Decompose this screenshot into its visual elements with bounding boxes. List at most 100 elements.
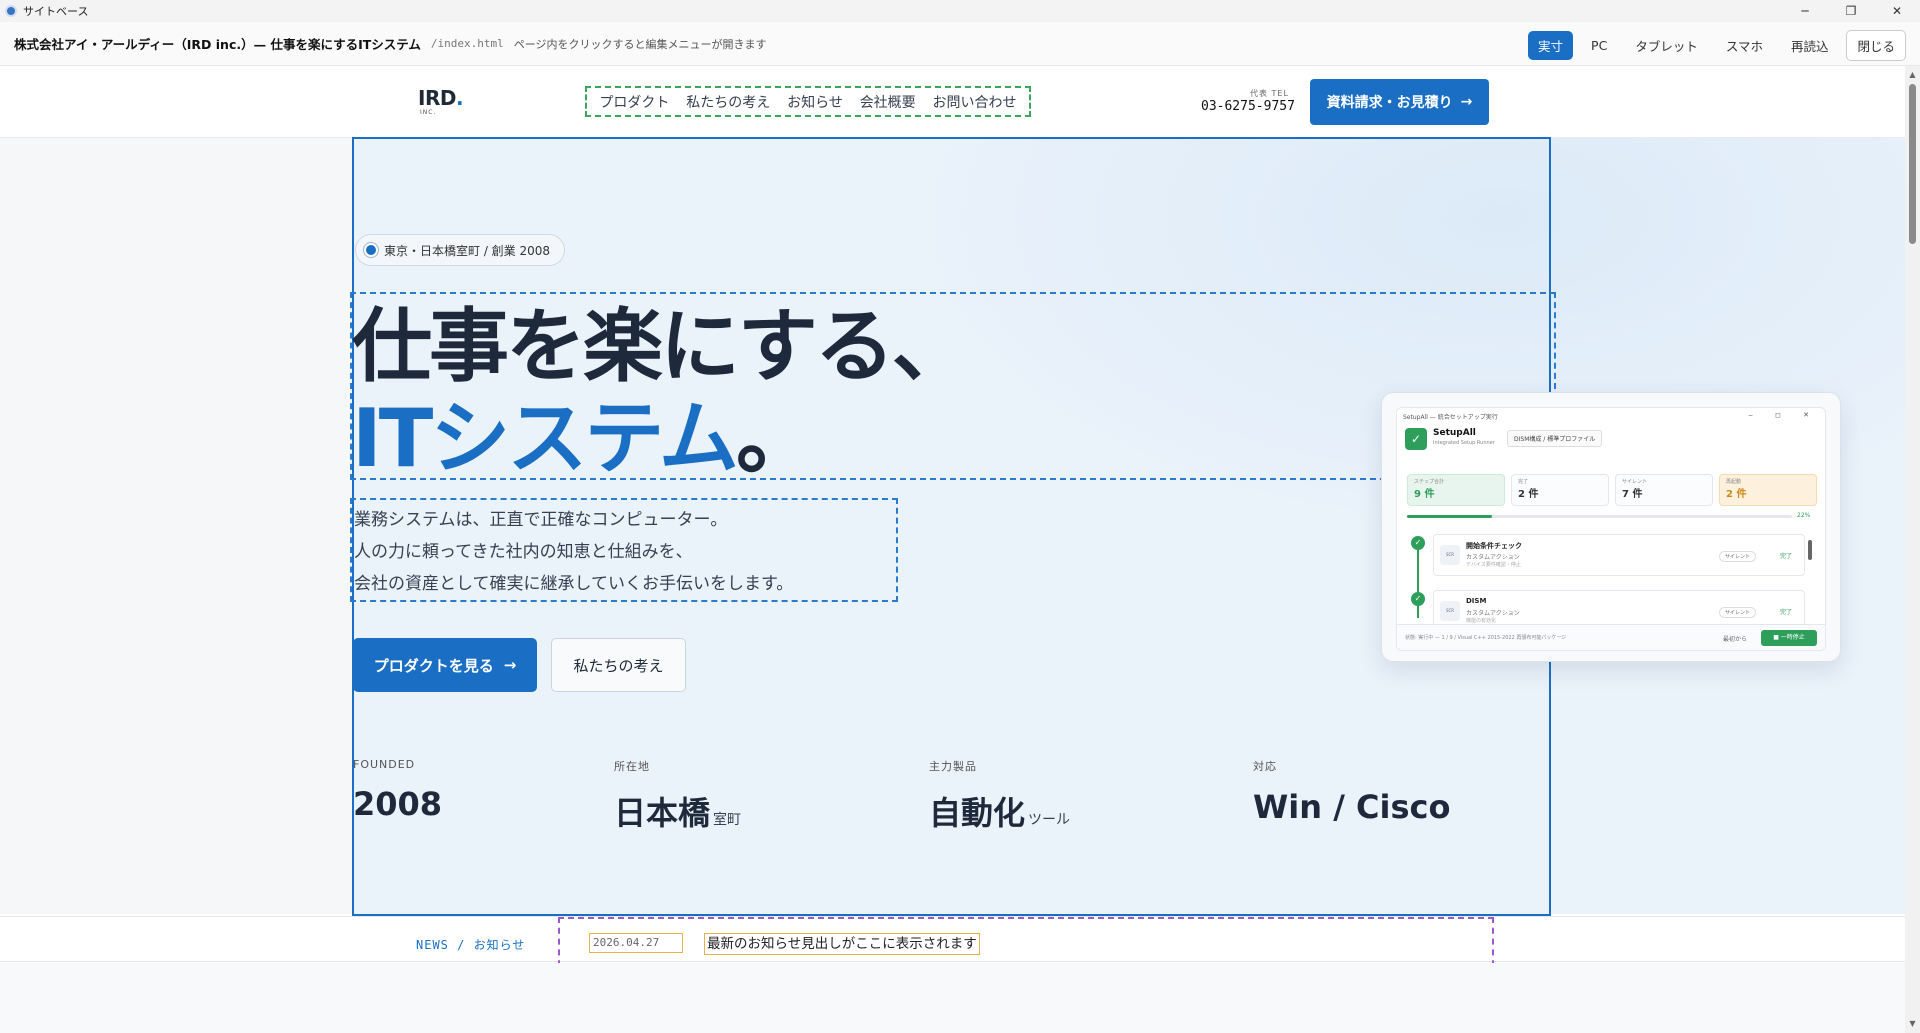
window-title: サイトベース [23,5,89,18]
arrow-right-icon: → [1460,94,1473,110]
stat-support: 対応 Win / Cisco [1253,758,1450,826]
view-pc-button[interactable]: PC [1581,33,1617,58]
main-nav[interactable]: プロダクト 私たちの考え お知らせ 会社概要 お問い合わせ [585,86,1031,117]
location-badge: 東京・日本橋室町 / 創業 2008 [355,234,566,266]
mock-timeline [1417,538,1419,618]
page-scrollbar[interactable]: ▲ ▼ [1905,66,1920,1033]
mock-card-label: ステップ合計 [1414,479,1445,485]
logo-text: IRD [418,86,456,110]
mock-step-mode: サイレント [1718,607,1756,618]
stat-founded: FOUNDED 2008 [353,758,442,823]
window-controls: ─ ❐ ✕ [1782,0,1920,22]
mock-card-value: 7 件 [1622,489,1643,500]
mock-progress-fill [1407,515,1492,518]
stat-value: 自動化 ツール [929,788,1070,834]
app-icon [5,5,17,17]
mock-scrollbar [1808,536,1812,626]
mock-card-reboot: 再起動 2 件 [1719,474,1817,506]
page-preview[interactable]: IRD. INC. プロダクト 私たちの考え お知らせ 会社概要 お問い合わせ … [0,66,1905,1033]
view-phone-button[interactable]: スマホ [1716,31,1773,60]
stat-unit: 室町 [713,812,742,828]
mock-card-value: 2 件 [1518,489,1539,500]
philosophy-button[interactable]: 私たちの考え [551,638,686,692]
mock-step-desc: デバイス要件確認・停止 [1466,562,1521,568]
mock-card-value: 9 件 [1414,489,1435,500]
view-tablet-button[interactable]: タブレット [1625,31,1708,60]
mock-step-status: 完了 [1779,609,1792,616]
check-icon: ✓ [1411,536,1425,550]
news-date[interactable]: 2026.04.27 [589,933,683,953]
site-title: 株式会社アイ・アールディー（IRD inc.）— 仕事を楽にするITシステム [14,37,421,52]
mock-step-name: 開始条件チェック [1466,542,1522,550]
mock-step-mode: サイレント [1718,551,1756,562]
site-logo[interactable]: IRD. [418,86,464,110]
stat-main-product: 主力製品 自動化 ツール [929,758,1070,834]
site-header: IRD. INC. プロダクト 私たちの考え お知らせ 会社概要 お問い合わせ … [0,66,1905,138]
view-products-button[interactable]: プロダクトを見る → [353,638,537,692]
mock-step: SCR 開始条件チェック カスタムアクション デバイス要件確認・停止 サイレント… [1433,534,1805,576]
nav-item-contact[interactable]: お問い合わせ [933,92,1017,112]
mock-card-silent: サイレント 7 件 [1615,474,1713,506]
stat-unit: ツール [1028,812,1071,828]
stat-value-text: 日本橋 [614,794,711,832]
mock-card-label: 再起動 [1726,479,1742,485]
view-mode-toggles: 実寸 PC タブレット スマホ 再読込 閉じる [1528,30,1906,61]
mock-window: SetupAll — 統合セットアップ実行 ‒ ◻ ✕ ✓ SetupAll I… [1396,407,1826,651]
nav-item-news[interactable]: お知らせ [787,92,843,112]
cta-label: 資料請求・お見積り [1326,95,1453,111]
stat-label: FOUNDED [353,758,416,771]
description-line: 会社の資産として確実に継承していくお手伝いをします。 [354,574,794,594]
scrollbar-thumb[interactable] [1909,84,1916,244]
tel-label: 代表 TEL [1250,89,1289,98]
headline-highlight: ITシステム [352,392,739,485]
nav-item-company[interactable]: 会社概要 [860,92,916,112]
hero-description[interactable]: 業務システムは、正直で正確なコンピューター。 人の力に頼ってきた社内の知恵と仕組… [350,498,898,602]
news-headline[interactable]: 最新のお知らせ見出しがここに表示されます [704,933,980,955]
mock-step-type: カスタムアクション [1466,554,1520,561]
close-icon[interactable]: ✕ [1874,0,1920,22]
editor-toolbar: 株式会社アイ・アールディー（IRD inc.）— 仕事を楽にするITシステム /… [0,22,1920,66]
editor-hint: ページ内をクリックすると編集メニューが開きます [513,37,767,51]
headline-line-1: 仕事を楽にする、 [352,300,972,393]
scroll-up-icon[interactable]: ▲ [1905,68,1920,82]
description-line: 人の力に頼ってきた社内の知恵と仕組みを、 [354,542,693,562]
logo-sub: INC. [420,109,437,116]
stat-label: 所在地 [614,760,650,773]
file-path: /index.html [430,37,504,50]
script-icon: SCR [1440,545,1460,565]
mock-step-desc: 機能の有効化 [1466,618,1497,624]
logo-dot: . [455,86,464,110]
stat-value-text: 2008 [353,785,443,823]
nav-item-philosophy[interactable]: 私たちの考え [686,92,770,112]
view-products-label: プロダクトを見る [373,656,494,675]
window-titlebar: サイトベース ─ ❐ ✕ [0,0,1920,22]
maximize-icon[interactable]: ❐ [1828,0,1874,22]
news-label: NEWS / お知らせ [416,938,526,952]
mock-progress-label: 22% [1797,512,1811,519]
minimize-icon[interactable]: ─ [1782,0,1828,22]
mock-profile-select: DISM構成 / 標準プロファイル [1507,430,1603,447]
hero-side-background [0,138,352,914]
close-editor-button[interactable]: 閉じる [1846,30,1906,61]
mock-footer-status: 状態: 実行中 — 1 / 9 / Visual C++ 2015-2022 再… [1405,635,1567,641]
reload-button[interactable]: 再読込 [1781,31,1839,60]
stat-label: 主力製品 [929,760,977,773]
view-actual-button[interactable]: 実寸 [1528,31,1574,60]
mock-step-type: カスタムアクション [1466,610,1520,617]
stat-value: 日本橋 室町 [614,788,741,834]
request-quote-button[interactable]: 資料請求・お見積り → [1310,79,1489,125]
stat-value: Win / Cisco [1253,788,1450,826]
stat-value-text: 自動化 [929,794,1026,832]
stat-value: 2008 [353,785,442,823]
check-icon: ✓ [1405,428,1427,450]
nav-item-products[interactable]: プロダクト [599,92,669,112]
stat-label: 対応 [1253,760,1277,773]
next-section [0,963,1905,1033]
mock-card-done: 完了 2 件 [1511,474,1609,506]
tel-number[interactable]: 03-6275-9757 [1201,99,1295,114]
script-icon: SCR [1440,601,1460,621]
scroll-down-icon[interactable]: ▼ [1905,1017,1920,1031]
mock-pause-button: ■ 一時停止 [1761,630,1817,646]
headline-period: 。 [735,392,816,485]
mock-card-label: サイレント [1622,479,1648,485]
